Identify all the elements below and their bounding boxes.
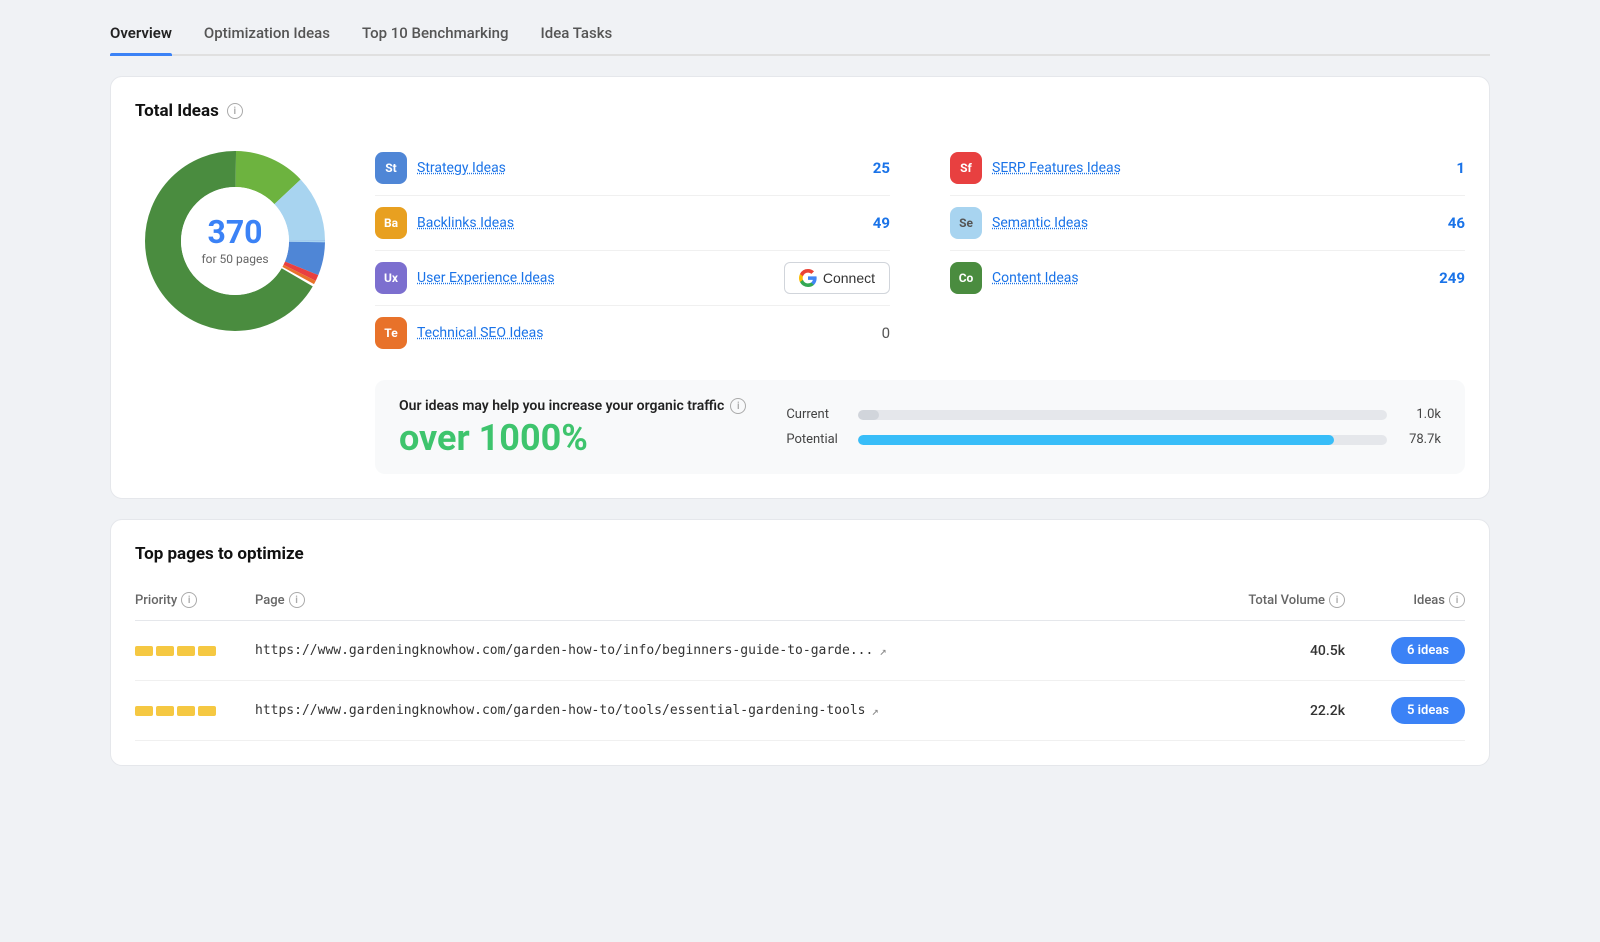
potential-bar-bg <box>858 435 1387 445</box>
priority-bar <box>198 646 216 656</box>
table-row: https://www.gardeningknowhow.com/garden-… <box>135 681 1465 741</box>
idea-row-semantic: Se Semantic Ideas 46 <box>950 196 1465 251</box>
idea-row-ux: Ux User Experience Ideas Connect <box>375 251 890 306</box>
current-bar-bg <box>858 410 1387 420</box>
priority-bars-row2 <box>135 706 216 716</box>
tab-tasks[interactable]: Idea Tasks <box>541 16 613 54</box>
organic-percent: over 1000% <box>399 420 746 456</box>
table-header: Priority i Page i Total Volume i Ideas i <box>135 584 1465 621</box>
serp-link[interactable]: SERP Features Ideas <box>992 160 1425 176</box>
backlinks-count: 49 <box>860 214 890 232</box>
current-value: 1.0k <box>1399 407 1441 422</box>
total-ideas-card: Total Ideas i <box>110 76 1490 499</box>
priority-bar <box>135 646 153 656</box>
top-pages-card: Top pages to optimize Priority i Page i … <box>110 519 1490 766</box>
volume-row1: 40.5k <box>1310 643 1345 659</box>
col-priority-label: Priority <box>135 593 177 608</box>
organic-info-icon[interactable]: i <box>730 398 746 414</box>
organic-right: Current 1.0k Potential 78 <box>786 407 1441 447</box>
ideas-grid: St Strategy Ideas 25 Ba Backlinks Ideas … <box>375 141 1465 360</box>
technical-badge: Te <box>375 317 407 349</box>
serp-count: 1 <box>1435 159 1465 177</box>
page-url-row2: https://www.gardeningknowhow.com/garden-… <box>255 703 879 718</box>
priority-bar <box>177 646 195 656</box>
idea-row-backlinks: Ba Backlinks Ideas 49 <box>375 196 890 251</box>
semantic-link[interactable]: Semantic Ideas <box>992 215 1425 231</box>
priority-bar <box>156 646 174 656</box>
google-g-icon <box>799 269 817 287</box>
priority-bar <box>135 706 153 716</box>
content-link[interactable]: Content Ideas <box>992 270 1425 286</box>
volume-info-icon[interactable]: i <box>1329 592 1345 608</box>
tab-optimization[interactable]: Optimization Ideas <box>204 16 330 54</box>
organic-traffic-box: Our ideas may help you increase your org… <box>375 380 1465 474</box>
organic-title: Our ideas may help you increase your org… <box>399 398 746 414</box>
volume-row2: 22.2k <box>1310 703 1345 719</box>
current-label: Current <box>786 407 846 422</box>
external-link-icon[interactable]: ↗ <box>879 644 886 658</box>
backlinks-link[interactable]: Backlinks Ideas <box>417 215 850 231</box>
priority-info-icon[interactable]: i <box>181 592 197 608</box>
connect-button[interactable]: Connect <box>784 262 890 294</box>
priority-bars-row1 <box>135 646 216 656</box>
page-info-icon[interactable]: i <box>289 592 305 608</box>
donut-subtitle: for 50 pages <box>201 252 268 266</box>
connect-label: Connect <box>823 270 875 286</box>
page-url-row1: https://www.gardeningknowhow.com/garden-… <box>255 643 887 658</box>
current-bar-fill <box>858 410 879 420</box>
content-badge: Co <box>950 262 982 294</box>
ux-link[interactable]: User Experience Ideas <box>417 270 774 286</box>
total-ideas-info-icon[interactable]: i <box>227 103 243 119</box>
idea-row-technical: Te Technical SEO Ideas 0 <box>375 306 890 360</box>
traffic-row-current: Current 1.0k <box>786 407 1441 422</box>
serp-badge: Sf <box>950 152 982 184</box>
idea-row-content: Co Content Ideas 249 <box>950 251 1465 305</box>
ideas-right-col: Sf SERP Features Ideas 1 Se Semantic Ide… <box>950 141 1465 360</box>
external-link-icon[interactable]: ↗ <box>871 704 878 718</box>
table-row: https://www.gardeningknowhow.com/garden-… <box>135 621 1465 681</box>
donut-chart: 370 for 50 pages <box>135 141 335 341</box>
idea-row-strategy: St Strategy Ideas 25 <box>375 141 890 196</box>
ideas-section: St Strategy Ideas 25 Ba Backlinks Ideas … <box>375 141 1465 474</box>
content-count: 249 <box>1435 269 1465 287</box>
organic-left: Our ideas may help you increase your org… <box>399 398 746 456</box>
traffic-row-potential: Potential 78.7k <box>786 432 1441 447</box>
col-volume-label: Total Volume <box>1248 593 1325 608</box>
ideas-pill-row2[interactable]: 5 ideas <box>1391 697 1465 724</box>
ideas-pill-row1[interactable]: 6 ideas <box>1391 637 1465 664</box>
ux-badge: Ux <box>375 262 407 294</box>
col-page-label: Page <box>255 593 285 608</box>
priority-bar <box>177 706 195 716</box>
donut-total-count: 370 <box>201 216 268 248</box>
strategy-count: 25 <box>860 159 890 177</box>
priority-bar <box>198 706 216 716</box>
total-ideas-title: Total Ideas i <box>135 101 1465 121</box>
potential-value: 78.7k <box>1399 432 1441 447</box>
backlinks-badge: Ba <box>375 207 407 239</box>
priority-bar <box>156 706 174 716</box>
technical-link[interactable]: Technical SEO Ideas <box>417 325 850 341</box>
strategy-link[interactable]: Strategy Ideas <box>417 160 850 176</box>
tab-benchmarking[interactable]: Top 10 Benchmarking <box>362 16 509 54</box>
nav-tabs: Overview Optimization Ideas Top 10 Bench… <box>110 0 1490 56</box>
potential-bar-fill <box>858 435 1334 445</box>
col-ideas-label: Ideas <box>1413 593 1445 608</box>
semantic-count: 46 <box>1435 214 1465 232</box>
tab-overview[interactable]: Overview <box>110 16 172 54</box>
semantic-badge: Se <box>950 207 982 239</box>
ideas-left-col: St Strategy Ideas 25 Ba Backlinks Ideas … <box>375 141 890 360</box>
top-pages-title: Top pages to optimize <box>135 544 1465 564</box>
potential-label: Potential <box>786 432 846 447</box>
idea-row-serp: Sf SERP Features Ideas 1 <box>950 141 1465 196</box>
technical-count: 0 <box>860 324 890 342</box>
ideas-info-icon[interactable]: i <box>1449 592 1465 608</box>
strategy-badge: St <box>375 152 407 184</box>
